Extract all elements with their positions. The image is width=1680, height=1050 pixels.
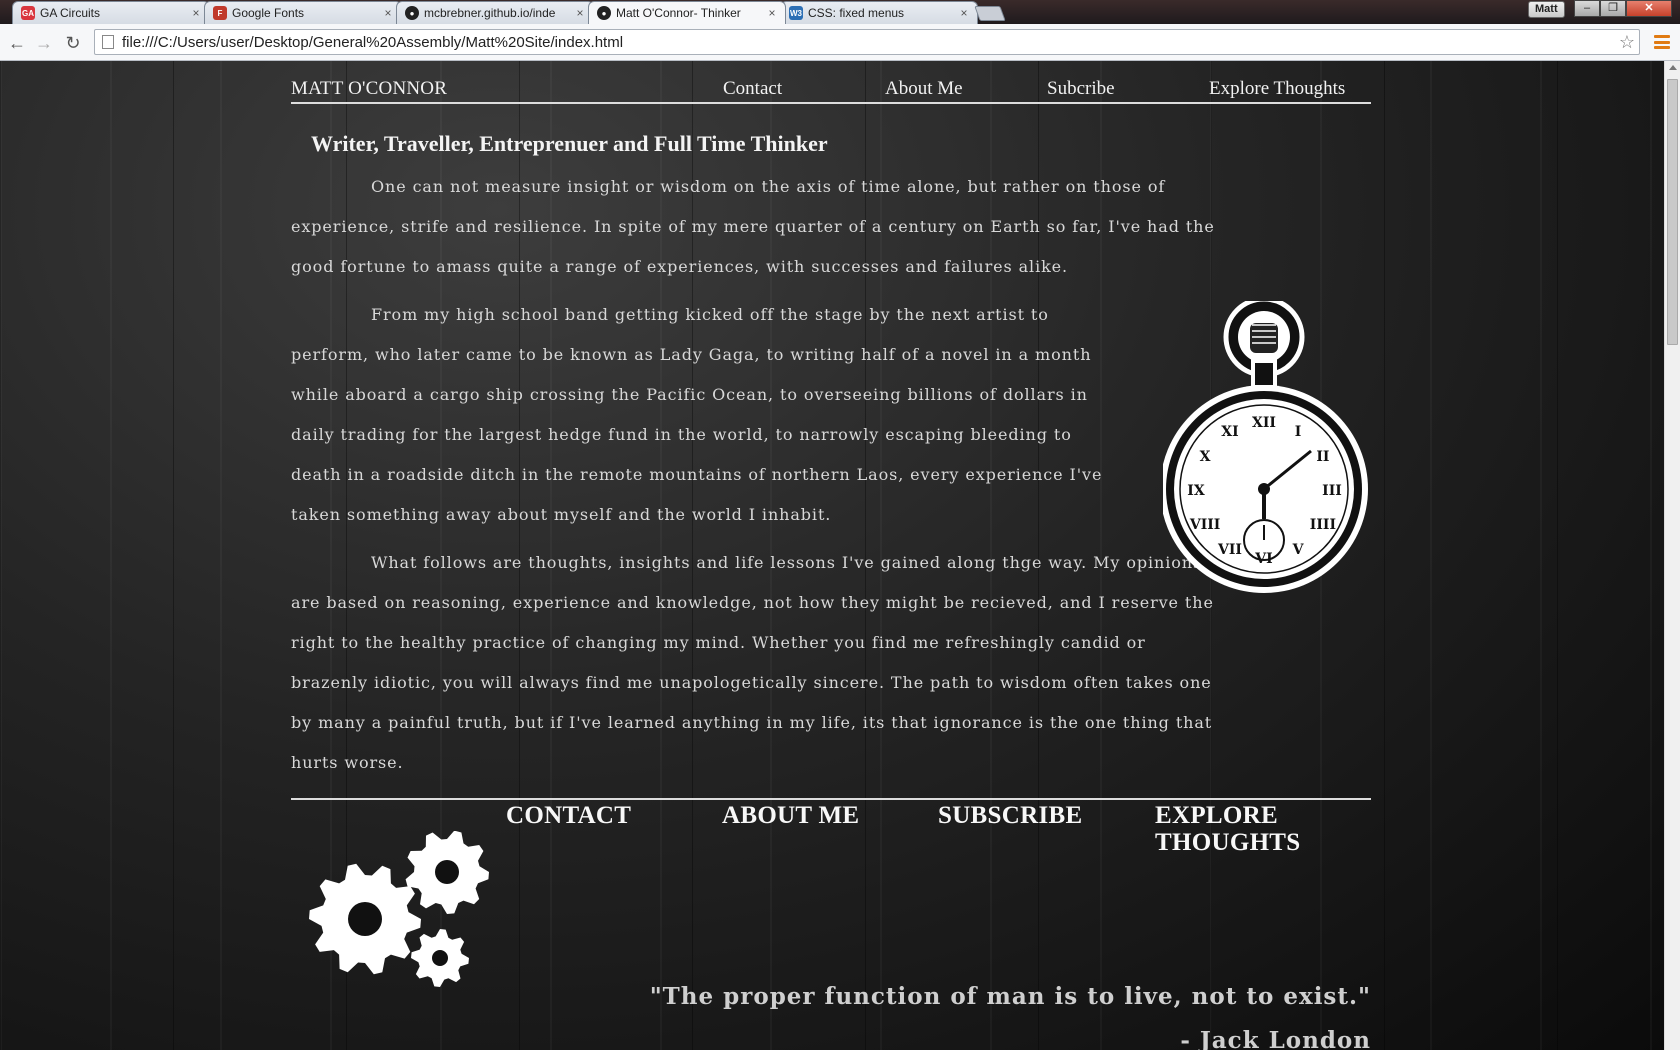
maximize-button[interactable]: ❐ (1600, 0, 1626, 17)
back-button[interactable]: ← (6, 32, 28, 54)
close-window-button[interactable]: ✕ (1626, 0, 1672, 17)
page-icon (102, 35, 114, 49)
svg-text:VII: VII (1217, 542, 1242, 558)
bookmark-star-icon[interactable]: ☆ (1615, 32, 1639, 53)
tab-google-fonts[interactable]: F Google Fonts × (204, 1, 402, 24)
tab-label: Matt O'Connor- Thinker (616, 6, 741, 20)
footer-nav-subscribe[interactable]: SUBSCRIBE (938, 802, 1082, 829)
nav-subscribe[interactable]: Subcribe (1047, 78, 1115, 100)
svg-text:II: II (1316, 449, 1329, 465)
forward-button[interactable]: → (33, 32, 55, 54)
gears-icon (309, 831, 489, 987)
chrome-menu-icon[interactable] (1654, 33, 1670, 51)
reload-button[interactable]: ↻ (62, 32, 84, 54)
quote-author: - Jack London (1180, 1027, 1371, 1050)
intro-paragraph: From my high school band getting kicked … (291, 305, 1103, 524)
scrollbar-thumb[interactable] (1667, 79, 1678, 345)
intro-text: One can not measure insight or wisdom on… (291, 167, 1226, 791)
featured-quote: "The proper function of man is to live, … (649, 983, 1371, 1010)
page-tagline: Writer, Traveller, Entreprenuer and Full… (311, 131, 828, 156)
footer-nav-explore-thoughts[interactable]: EXPLORE THOUGHTS (1155, 802, 1301, 856)
page-viewport: MATT O'CONNOR Contact About Me Subcribe … (0, 61, 1664, 1050)
intro-paragraph: One can not measure insight or wisdom on… (291, 177, 1215, 276)
ga-favicon-icon: GA (21, 6, 35, 20)
tab-ga-circuits[interactable]: GA GA Circuits × (12, 1, 210, 24)
svg-text:IX: IX (1187, 483, 1205, 499)
footer-divider (291, 798, 1371, 800)
minimize-button[interactable]: – (1574, 0, 1600, 17)
close-icon[interactable]: × (957, 6, 971, 20)
new-tab-button[interactable] (974, 6, 1006, 21)
tab-mcbrebner[interactable]: ● mcbrebner.github.io/inde × (396, 1, 594, 24)
scroll-up-arrow-icon[interactable] (1669, 65, 1677, 70)
svg-text:IIII: IIII (1310, 517, 1336, 533)
footer-nav-about-me[interactable]: ABOUT ME (722, 802, 859, 829)
brand-link[interactable]: MATT O'CONNOR (291, 78, 447, 100)
nav-about-me[interactable]: About Me (885, 78, 963, 100)
svg-text:III: III (1322, 483, 1342, 499)
tab-label: mcbrebner.github.io/inde (424, 6, 556, 20)
close-icon[interactable]: × (765, 6, 779, 20)
profile-button[interactable]: Matt (1528, 1, 1565, 18)
github-favicon-icon: ● (597, 6, 611, 20)
browser-toolbar: ← → ↻ file:///C:/Users/user/Desktop/Gene… (0, 24, 1680, 61)
address-bar[interactable]: file:///C:/Users/user/Desktop/General%20… (94, 29, 1640, 55)
svg-text:XI: XI (1221, 424, 1238, 440)
tab-label: CSS: fixed menus (808, 6, 905, 20)
url-text[interactable]: file:///C:/Users/user/Desktop/General%20… (122, 34, 1615, 51)
svg-text:XII: XII (1252, 415, 1276, 431)
svg-text:I: I (1295, 424, 1302, 440)
pocket-watch-icon: XIIIIIIIIIIIIVVIVIIVIIIIXXXI (1163, 301, 1368, 593)
tab-css-fixed-menus[interactable]: W3 CSS: fixed menus × (780, 1, 978, 24)
svg-text:VIII: VIII (1189, 517, 1221, 533)
close-icon[interactable]: × (573, 6, 587, 20)
close-icon[interactable]: × (381, 6, 395, 20)
tab-matt-oconnor[interactable]: ● Matt O'Connor- Thinker × (588, 1, 786, 24)
tab-strip: GA GA Circuits × F Google Fonts × ● mcbr… (0, 0, 1680, 24)
nav-contact[interactable]: Contact (723, 78, 782, 100)
nav-explore-thoughts[interactable]: Explore Thoughts (1209, 78, 1345, 100)
top-navigation: MATT O'CONNOR Contact About Me Subcribe … (291, 78, 1371, 104)
w3schools-favicon-icon: W3 (789, 6, 803, 20)
svg-text:V: V (1292, 542, 1305, 558)
close-icon[interactable]: × (189, 6, 203, 20)
vertical-scrollbar[interactable] (1664, 61, 1680, 1050)
tab-label: GA Circuits (40, 6, 101, 20)
footer-nav-contact[interactable]: CONTACT (506, 802, 631, 829)
github-favicon-icon: ● (405, 6, 419, 20)
svg-text:X: X (1200, 449, 1211, 465)
intro-paragraph: What follows are thoughts, insights and … (291, 553, 1214, 772)
google-fonts-favicon-icon: F (213, 6, 227, 20)
tab-label: Google Fonts (232, 6, 305, 20)
